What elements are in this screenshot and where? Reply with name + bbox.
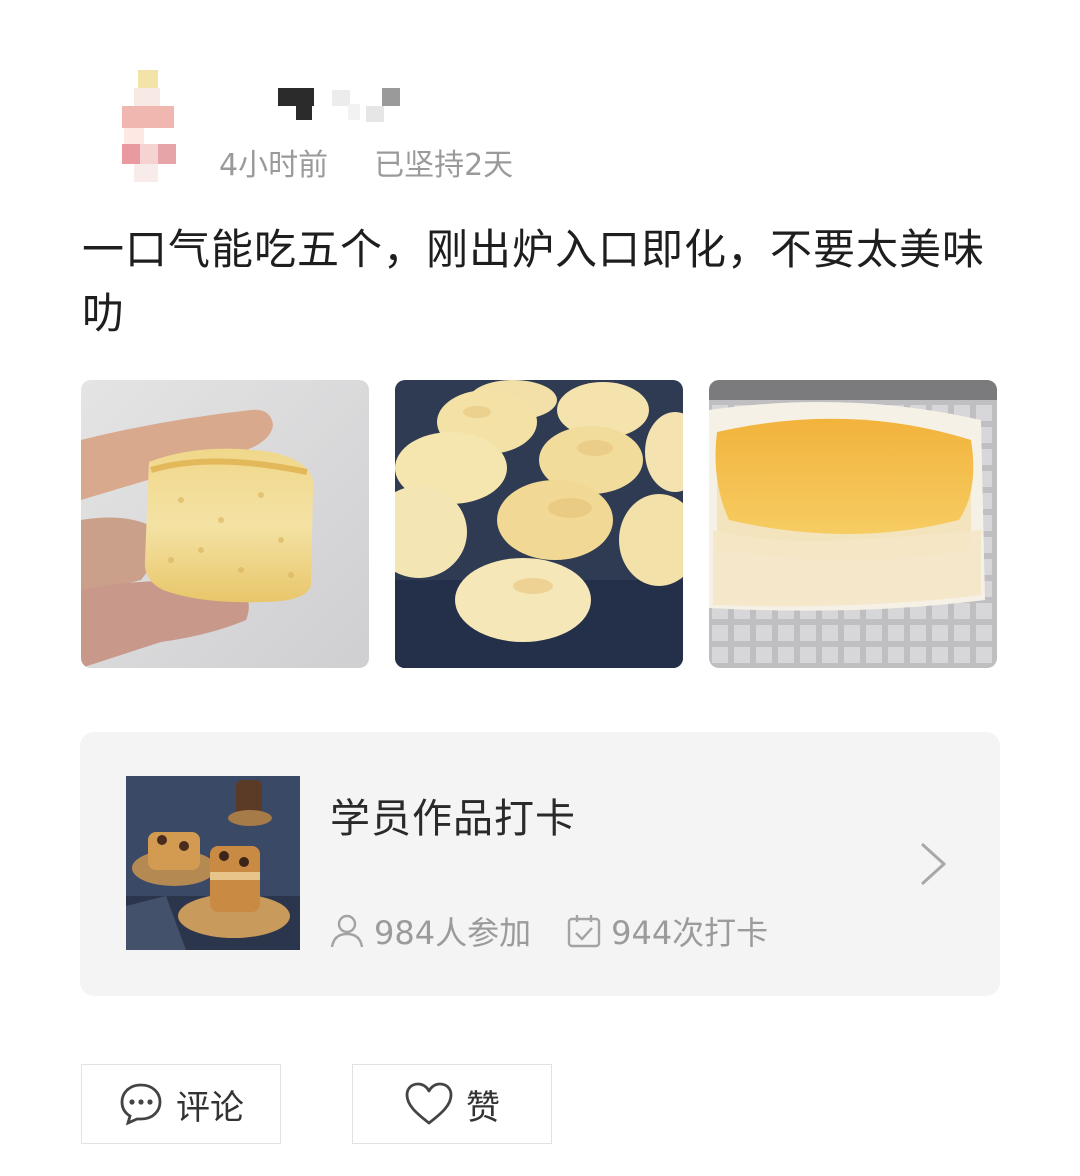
heart-icon — [405, 1082, 453, 1125]
like-button[interactable]: 赞 — [352, 1064, 552, 1144]
participants-count: 984人参加 — [374, 914, 532, 952]
comment-label: 评论 — [176, 1087, 244, 1128]
post-detail: 4小时前 已坚持2天 一口气能吃五个，刚出炉入口即化，不要太美味叻 学员作品打卡… — [0, 0, 1080, 1176]
checkins-stat: 944次打卡 — [565, 908, 768, 954]
username[interactable] — [244, 86, 404, 122]
person-icon — [330, 914, 364, 948]
post-meta: 4小时前 已坚持2天 — [219, 140, 513, 184]
post-text: 一口气能吃五个，刚出炉入口即化，不要太美味叻 — [82, 225, 986, 338]
participants-stat: 984人参加 — [328, 908, 531, 954]
course-title: 学员作品打卡 — [330, 796, 576, 842]
comment-icon — [120, 1083, 162, 1126]
post-time: 4小时前 — [219, 148, 329, 183]
course-thumbnail — [126, 776, 300, 950]
calendar-check-icon — [567, 915, 601, 948]
photo-single-cheesecake — [709, 380, 997, 668]
like-label: 赞 — [466, 1087, 500, 1128]
streak-days: 已坚持2天 — [374, 148, 514, 183]
comment-button[interactable]: 评论 — [81, 1064, 281, 1144]
post-photo-1[interactable] — [81, 380, 369, 668]
photo-hand-cake — [81, 380, 369, 668]
post-photo-3[interactable] — [709, 380, 997, 668]
avatar[interactable] — [104, 70, 176, 188]
checkins-count: 944次打卡 — [611, 914, 769, 952]
post-photo-2[interactable] — [395, 380, 683, 668]
course-stats: 984人参加 944次打卡 — [328, 908, 768, 954]
course-card[interactable]: 学员作品打卡 984人参加 944次打卡 — [80, 732, 1000, 996]
chevron-right-icon — [920, 842, 947, 886]
photo-cheesecake-tray — [395, 380, 683, 668]
